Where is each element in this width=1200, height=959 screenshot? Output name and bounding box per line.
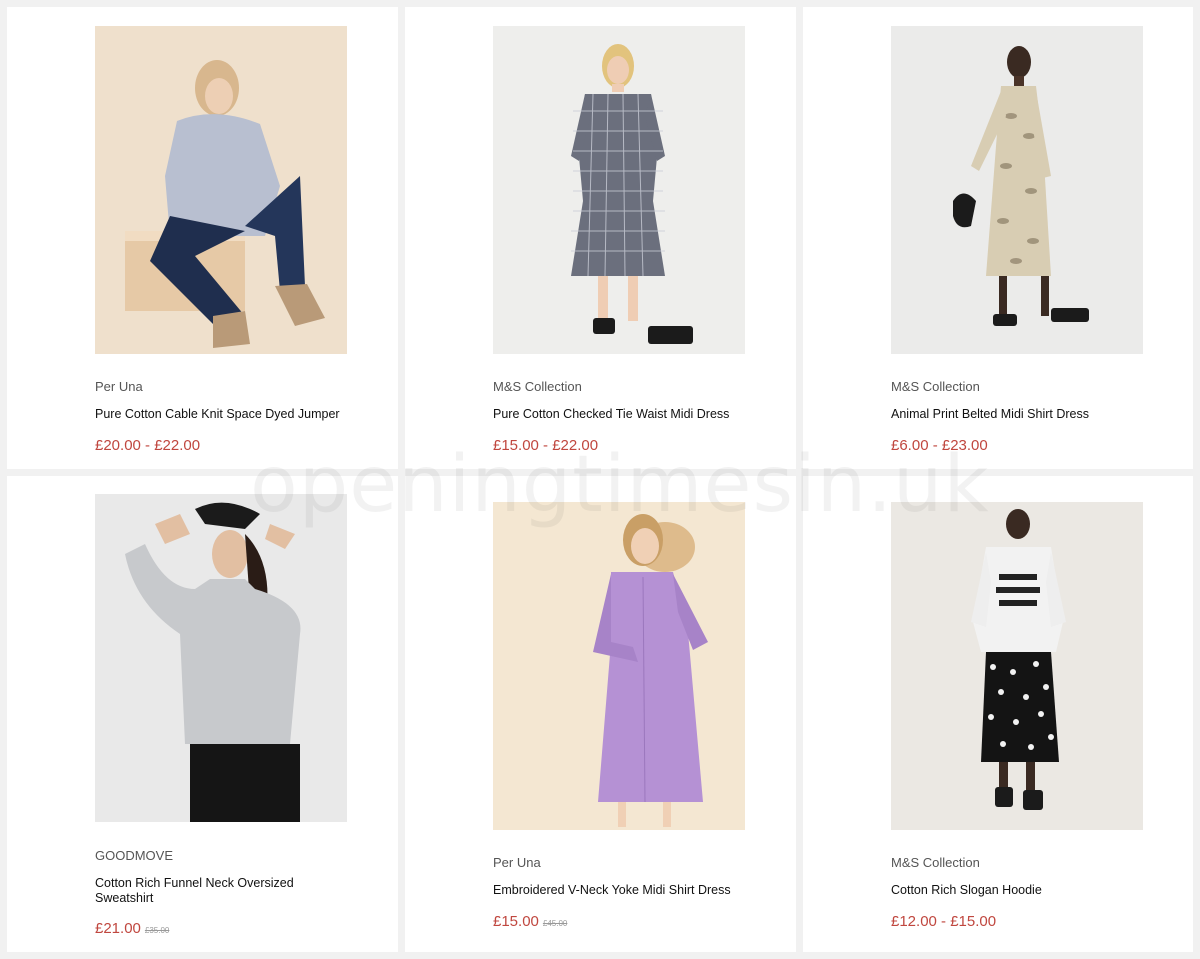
product-price: £15.00 £45.00 xyxy=(493,913,567,930)
price-was: £35.00 xyxy=(144,926,170,935)
price-was: £45.00 xyxy=(542,919,568,928)
product-image[interactable] xyxy=(493,26,745,354)
product-brand: M&S Collection xyxy=(891,379,980,394)
price-current: £21.00 xyxy=(95,920,141,937)
product-card[interactable]: Per Una Pure Cotton Cable Knit Space Dye… xyxy=(7,7,398,469)
product-title[interactable]: Pure Cotton Checked Tie Waist Midi Dress xyxy=(493,407,743,422)
price-current: £6.00 - £23.00 xyxy=(891,437,988,454)
price-current: £15.00 - £22.00 xyxy=(493,437,599,454)
product-price: £12.00 - £15.00 xyxy=(891,913,996,930)
product-brand: Per Una xyxy=(95,379,143,394)
product-image[interactable] xyxy=(95,494,347,822)
product-price: £21.00 £35.00 xyxy=(95,920,169,937)
product-card[interactable]: M&S Collection Animal Print Belted Midi … xyxy=(803,7,1193,469)
product-price: £15.00 - £22.00 xyxy=(493,437,598,454)
product-image[interactable] xyxy=(891,502,1143,830)
product-card[interactable]: M&S Collection Cotton Rich Slogan Hoodie… xyxy=(803,476,1193,952)
product-brand: GOODMOVE xyxy=(95,848,174,863)
product-price: £20.00 - £22.00 xyxy=(95,437,200,454)
product-title[interactable]: Cotton Rich Slogan Hoodie xyxy=(891,883,1141,898)
product-brand: Per Una xyxy=(493,855,541,870)
product-title[interactable]: Animal Print Belted Midi Shirt Dress xyxy=(891,407,1141,422)
product-image[interactable] xyxy=(891,26,1143,354)
product-card[interactable]: GOODMOVE Cotton Rich Funnel Neck Oversiz… xyxy=(7,476,398,952)
price-current: £12.00 - £15.00 xyxy=(891,913,997,930)
product-image[interactable] xyxy=(95,26,347,354)
price-current: £15.00 xyxy=(493,913,539,930)
product-card[interactable]: M&S Collection Pure Cotton Checked Tie W… xyxy=(405,7,796,469)
product-title[interactable]: Cotton Rich Funnel Neck Oversized Sweats… xyxy=(95,876,345,906)
product-image[interactable] xyxy=(493,502,745,830)
product-card[interactable]: Per Una Embroidered V-Neck Yoke Midi Shi… xyxy=(405,476,796,952)
product-title[interactable]: Embroidered V-Neck Yoke Midi Shirt Dress xyxy=(493,883,743,898)
product-price: £6.00 - £23.00 xyxy=(891,437,988,454)
price-current: £20.00 - £22.00 xyxy=(95,437,201,454)
product-title[interactable]: Pure Cotton Cable Knit Space Dyed Jumper xyxy=(95,407,345,422)
product-brand: M&S Collection xyxy=(493,379,582,394)
product-brand: M&S Collection xyxy=(891,855,980,870)
